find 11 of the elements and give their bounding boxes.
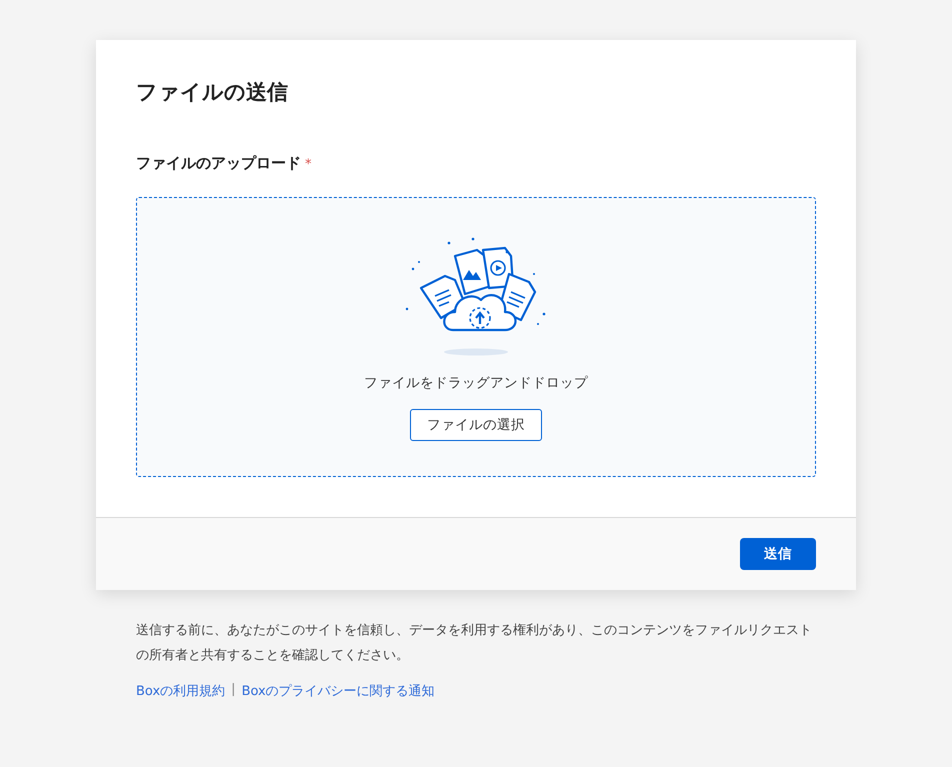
drop-instruction: ファイルをドラッグアンドドロップ xyxy=(364,374,588,392)
submit-button[interactable]: 送信 xyxy=(740,538,816,570)
choose-file-button[interactable]: ファイルの選択 xyxy=(410,409,542,441)
footer-link[interactable]: Boxの利用規約 xyxy=(136,682,226,700)
drop-zone[interactable]: ファイルをドラッグアンドドロップ ファイルの選択 xyxy=(136,197,816,477)
footer-link[interactable]: Boxのプライバシーに関する通知 xyxy=(242,682,435,700)
form-title: ファイルの送信 xyxy=(136,79,289,106)
consent-notice: 送信する前に、あなたがこのサイトを信頼し、データを利用する権利があり、このコンテンツをファイルリクエストの所有者と共有することを確認してください。 xyxy=(136,622,813,665)
required-mark: * xyxy=(305,157,312,172)
upload-label: ファイルのアップロード xyxy=(136,154,301,173)
link-separator: | xyxy=(231,682,236,699)
